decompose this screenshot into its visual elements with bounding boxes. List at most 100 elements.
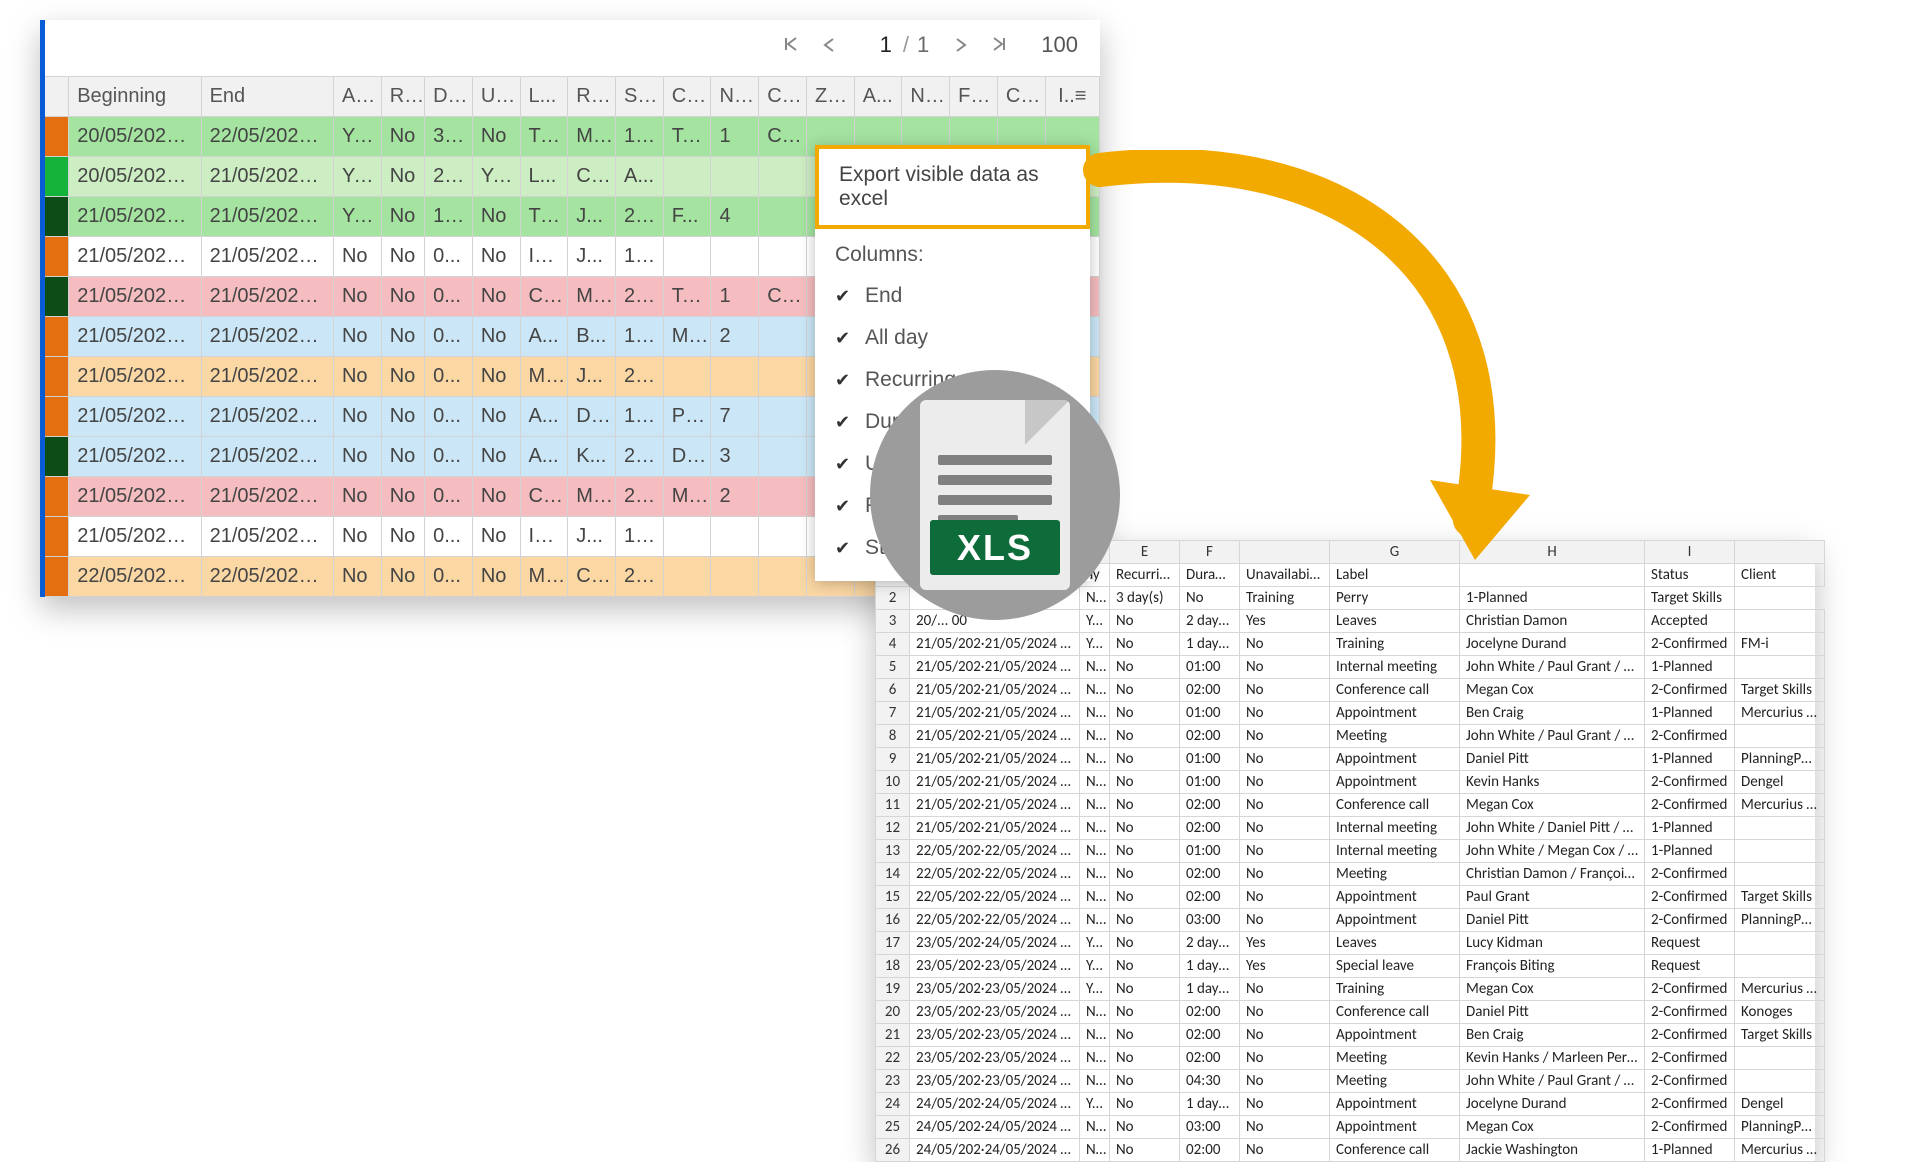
cell: No	[333, 277, 381, 317]
row-marker	[41, 157, 69, 197]
excel-row[interactable]: 621/05/202·21/05/2024 12:00NoNo02:00NoCo…	[876, 679, 1825, 702]
column-header[interactable]: St...	[616, 77, 664, 117]
column-header[interactable]: Ci...	[759, 77, 807, 117]
excel-cell: No	[1080, 1001, 1110, 1024]
excel-cell: Yes	[1240, 932, 1330, 955]
excel-header-cell: Unavailability	[1240, 564, 1330, 587]
cell	[759, 237, 807, 277]
excel-column-letter[interactable]: I	[1645, 541, 1735, 564]
excel-row[interactable]: 521/05/202·21/05/2024 10:00NoNo01:00NoIn…	[876, 656, 1825, 679]
excel-cell: Yes	[1080, 1093, 1110, 1116]
cell: No	[381, 277, 424, 317]
excel-cell: FM-i	[1735, 633, 1825, 656]
cell: No	[333, 317, 381, 357]
cell: 21/05/2024 ...	[69, 477, 201, 517]
pager-current-page[interactable]: 1	[861, 32, 895, 58]
column-toggle-item[interactable]: ✔End	[815, 275, 1090, 317]
excel-column-letter[interactable]	[1240, 541, 1330, 564]
cell: No	[381, 197, 424, 237]
excel-row[interactable]: 2524/05/202·24/05/2024 15:00NoNo03:00NoA…	[876, 1116, 1825, 1139]
cell: 22/05/2024 ...	[201, 117, 333, 157]
excel-row[interactable]: 1923/05/202·23/05/2024 18:00YesNo1 day(s…	[876, 978, 1825, 1001]
cell: 2-...	[616, 437, 664, 477]
excel-cell: No	[1240, 633, 1330, 656]
excel-cell: 02:00	[1180, 1139, 1240, 1162]
cell: No	[381, 117, 424, 157]
excel-row[interactable]: 1522/05/202·22/05/2024 15:00NoNo02:00NoA…	[876, 886, 1825, 909]
excel-cell: 2-Confirmed	[1645, 1024, 1735, 1047]
excel-cell: No	[1240, 771, 1330, 794]
excel-cell: 04:30	[1180, 1070, 1240, 1093]
excel-cell: Training	[1330, 978, 1460, 1001]
excel-row[interactable]: 821/05/202·21/05/2024 11:30NoNo02:00NoMe…	[876, 725, 1825, 748]
column-header[interactable]: R...	[381, 77, 424, 117]
excel-row[interactable]: 1723/05/202·24/05/2024 18:00YesNo2 day(s…	[876, 932, 1825, 955]
column-header[interactable]: Zi...	[806, 77, 854, 117]
column-header[interactable]: Fi...	[950, 77, 998, 117]
column-header[interactable]: L...	[520, 77, 568, 117]
excel-column-letter[interactable]	[1735, 541, 1825, 564]
excel-row[interactable]: 2624/05/202·24/05/2024 11:00NoNo02:00NoC…	[876, 1139, 1825, 1162]
excel-row[interactable]: 1221/05/202·21/05/2024 16:00NoNo02:00NoI…	[876, 817, 1825, 840]
excel-cell: Conference call	[1330, 794, 1460, 817]
excel-row[interactable]: 2424/05/202·24/05/2024 18:00YesNo1 day(s…	[876, 1093, 1825, 1116]
column-header[interactable]: N...	[902, 77, 950, 117]
column-header[interactable]: End	[201, 77, 333, 117]
excel-column-letter[interactable]: H	[1460, 541, 1645, 564]
pager-pagesize[interactable]: 100	[1041, 32, 1078, 58]
excel-column-letter[interactable]: G	[1330, 541, 1460, 564]
excel-cell: No	[1110, 771, 1180, 794]
column-header[interactable]: Cl...	[663, 77, 711, 117]
excel-row[interactable]: 1622/05/202·22/05/2024 17:00NoNo03:00NoA…	[876, 909, 1825, 932]
export-excel-menuitem[interactable]: Export visible data as excel	[815, 145, 1090, 229]
excel-row[interactable]: 2123/05/202·23/05/2024 12:00NoNo02:00NoA…	[876, 1024, 1825, 1047]
cell: K...	[568, 437, 616, 477]
excel-cell: 2-Confirmed	[1645, 633, 1735, 656]
excel-cell: No	[1240, 1116, 1330, 1139]
excel-column-letter[interactable]: E	[1110, 541, 1180, 564]
column-header[interactable]	[41, 77, 69, 117]
cell: No	[333, 517, 381, 557]
column-header[interactable]: U...	[472, 77, 520, 117]
cell: 7	[711, 397, 759, 437]
cell: 22/05/2024 ...	[69, 557, 201, 597]
column-header[interactable]: C...	[997, 77, 1045, 117]
cell: Ta...	[663, 117, 711, 157]
excel-row[interactable]: 1823/05/202·23/05/2024 18:00YesNo1 day(s…	[876, 955, 1825, 978]
excel-row[interactable]: 921/05/202·21/05/2024 12:00NoNo01:00NoAp…	[876, 748, 1825, 771]
column-toggle-item[interactable]: ✔All day	[815, 317, 1090, 359]
excel-row-number: 5	[876, 656, 910, 679]
column-header[interactable]: D...	[425, 77, 473, 117]
column-menu-header[interactable]: I..≡	[1045, 77, 1099, 117]
excel-cell: 1-Planned	[1460, 587, 1645, 610]
excel-row[interactable]: 1422/05/202·22/05/2024 12:00NoNo02:00NoM…	[876, 863, 1825, 886]
excel-row[interactable]: 2223/05/202·23/05/2024 13:00NoNo02:00NoM…	[876, 1047, 1825, 1070]
excel-column-letter[interactable]: F	[1180, 541, 1240, 564]
column-header[interactable]: R...	[568, 77, 616, 117]
excel-row[interactable]: 421/05/202·21/05/2024 18:00YesNo1 day(s)…	[876, 633, 1825, 656]
excel-row[interactable]: 2023/05/202·23/05/2024 11:00NoNo02:00NoC…	[876, 1001, 1825, 1024]
cell: No	[333, 237, 381, 277]
pager-first-icon[interactable]	[779, 32, 803, 58]
cell	[759, 557, 807, 597]
excel-cell: No	[1080, 702, 1110, 725]
pager-prev-icon[interactable]	[819, 32, 839, 58]
cell: 21/05/2024 ...	[69, 237, 201, 277]
excel-cell: No	[1080, 1024, 1110, 1047]
cell: 0...	[425, 517, 473, 557]
pager-last-icon[interactable]	[987, 32, 1011, 58]
excel-cell: Meeting	[1330, 863, 1460, 886]
excel-row[interactable]: 721/05/202·21/05/2024 11:00NoNo01:00NoAp…	[876, 702, 1825, 725]
excel-cell: No	[1240, 840, 1330, 863]
column-header[interactable]: N...	[711, 77, 759, 117]
pager-next-icon[interactable]	[951, 32, 971, 58]
column-header[interactable]: Beginning	[69, 77, 201, 117]
excel-row[interactable]: 1322/05/202·22/05/2024 10:00NoNo01:00NoI…	[876, 840, 1825, 863]
excel-row[interactable]: 1021/05/202·21/05/2024 13:00NoNo01:00NoA…	[876, 771, 1825, 794]
excel-header-cell	[1460, 564, 1645, 587]
column-header[interactable]: Al...	[333, 77, 381, 117]
cell: 1-...	[616, 397, 664, 437]
excel-row[interactable]: 2323/05/202·23/05/2024 18:00NoNo04:30NoM…	[876, 1070, 1825, 1093]
excel-row[interactable]: 1121/05/202·21/05/2024 16:00NoNo02:00NoC…	[876, 794, 1825, 817]
column-header[interactable]: A...	[854, 77, 902, 117]
